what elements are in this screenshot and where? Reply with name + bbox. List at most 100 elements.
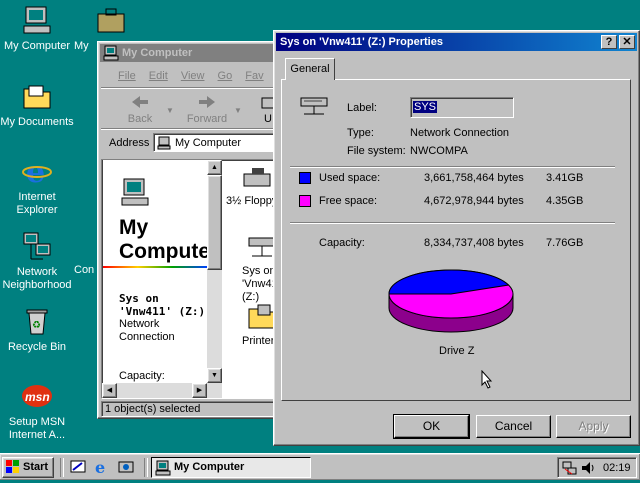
properties-titlebar[interactable]: Sys on 'Vnw411' (Z:) Properties ? ✕ <box>276 33 637 51</box>
properties-dialog: Sys on 'Vnw411' (Z:) Properties ? ✕ Gene… <box>273 30 640 446</box>
explorer-titlebar[interactable]: My Computer <box>100 44 284 62</box>
status-text: 1 object(s) selected <box>105 403 201 415</box>
used-space-bytes: 3,661,758,464 bytes <box>424 172 524 184</box>
menu-view[interactable]: View <box>181 70 205 82</box>
scroll-left-button[interactable]: ◀ <box>102 383 117 398</box>
help-button[interactable]: ? <box>601 35 617 49</box>
desktop-icon-label: My Documents <box>0 116 74 128</box>
vertical-scrollbar[interactable]: ▲ ▼ <box>207 160 222 398</box>
divider <box>290 222 615 224</box>
free-space-caption: Free space: <box>319 195 378 207</box>
desktop-icon-recycle-bin[interactable]: ♻ Recycle Bin <box>0 305 74 354</box>
explorer-menubar: File Edit View Go Fav <box>118 70 274 82</box>
desktop-icon-label: Internet Explorer <box>16 191 58 216</box>
menu-go[interactable]: Go <box>218 70 233 82</box>
desktop-icon-connection[interactable]: Con <box>74 264 98 277</box>
rainbow-divider <box>103 266 207 268</box>
divider <box>101 87 283 89</box>
recycle-bin-icon: ♻ <box>21 305 53 337</box>
ok-button[interactable]: OK <box>393 414 470 439</box>
forward-button[interactable]: Forward <box>182 94 232 125</box>
computer-icon <box>157 136 171 153</box>
capacity-caption: Capacity: <box>319 237 365 249</box>
web-view-panel: My Computer Sys on 'Vnw411' (Z:) Network… <box>103 160 207 398</box>
menu-file[interactable]: File <box>118 70 136 82</box>
filesystem-caption: File system: <box>347 145 406 157</box>
start-label: Start <box>23 461 49 473</box>
system-tray: 02:19 <box>557 457 637 478</box>
forward-dropdown-icon[interactable]: ▼ <box>234 106 242 115</box>
explorer-title: My Computer <box>122 47 193 59</box>
back-dropdown-icon[interactable]: ▼ <box>166 106 174 115</box>
tab-panel: Label: SYS Type: Network Connection File… <box>281 79 631 401</box>
menu-favorites[interactable]: Fav <box>245 70 263 82</box>
horizontal-scrollbar[interactable]: ◀ ▶ <box>102 383 222 398</box>
computer-icon <box>119 176 151 211</box>
capacity-gb: 7.76GB <box>546 237 584 249</box>
web-view-title: My Computer <box>119 216 207 263</box>
svg-text:msn: msn <box>25 390 50 404</box>
scroll-down-button[interactable]: ▼ <box>207 368 222 383</box>
folder-icon <box>21 80 53 112</box>
desktop-icon-my-computer[interactable]: My Computer <box>0 4 74 53</box>
filesystem-value: NWCOMPA <box>410 145 468 157</box>
address-label: Address <box>109 137 150 149</box>
quick-launch-channels-icon[interactable] <box>118 459 134 478</box>
explorer-content: My Computer Sys on 'Vnw411' (Z:) Network… <box>101 159 283 399</box>
desktop-icon-label: Setup MSN Internet A... <box>8 416 66 441</box>
mouse-cursor-icon <box>481 369 493 393</box>
scroll-right-button[interactable]: ▶ <box>192 383 207 398</box>
desktop-icon-network-neighborhood[interactable]: Network Neighborhood <box>0 230 74 292</box>
divider <box>144 458 148 477</box>
desktop-icon-label: Network Neighborhood <box>2 266 72 291</box>
divider <box>60 458 64 477</box>
back-label: Back <box>127 113 153 125</box>
desktop-icon-setup-msn[interactable]: msn Setup MSN Internet A... <box>0 380 74 442</box>
disk-usage-pie-chart <box>388 269 514 333</box>
web-view-drive-type: Network Connection <box>119 318 175 343</box>
forward-arrow-icon <box>182 94 232 113</box>
svg-text:♻: ♻ <box>32 320 41 331</box>
back-button[interactable]: Back <box>120 94 160 125</box>
volume-icon[interactable] <box>580 460 596 479</box>
desktop-icon-label: My Computer <box>3 40 71 52</box>
network-status-icon[interactable] <box>562 460 578 479</box>
network-icon <box>21 230 53 262</box>
address-bar[interactable]: My Computer <box>153 133 283 152</box>
quick-launch-desktop-icon[interactable] <box>70 459 86 478</box>
scroll-up-button[interactable]: ▲ <box>207 160 222 175</box>
free-space-swatch <box>299 195 311 207</box>
windows-logo-icon <box>6 460 21 481</box>
used-space-gb: 3.41GB <box>546 172 584 184</box>
free-space-bytes: 4,672,978,944 bytes <box>424 195 524 207</box>
tab-general[interactable]: General <box>285 58 335 80</box>
used-space-caption: Used space: <box>319 172 381 184</box>
quick-launch-ie-icon[interactable]: e <box>94 458 110 478</box>
svg-text:e: e <box>26 155 45 187</box>
taskbar-task-label: My Computer <box>174 461 245 473</box>
close-button[interactable]: ✕ <box>619 35 635 49</box>
explorer-window: My Computer File Edit View Go Fav Back ▼… <box>97 41 287 419</box>
back-arrow-icon <box>120 94 160 113</box>
type-value: Network Connection <box>410 127 510 139</box>
briefcase-icon <box>94 4 126 36</box>
capacity-bytes: 8,334,737,408 bytes <box>424 237 524 249</box>
internet-explorer-icon: e <box>21 155 53 190</box>
desktop-icon-my-documents[interactable]: My Documents <box>0 80 74 129</box>
apply-button[interactable]: Apply <box>556 415 631 438</box>
menu-edit[interactable]: Edit <box>149 70 168 82</box>
start-button[interactable]: Start <box>2 457 54 478</box>
taskbar: Start e My Computer 02:19 <box>0 453 640 480</box>
scroll-thumb[interactable] <box>207 175 222 270</box>
free-space-gb: 4.35GB <box>546 195 584 207</box>
web-view-drive-name: Sys on 'Vnw411' (Z:) <box>119 292 206 318</box>
desktop-icon-label: Con <box>74 264 95 276</box>
msn-icon: msn <box>21 380 53 412</box>
cancel-button[interactable]: Cancel <box>476 415 551 438</box>
clock[interactable]: 02:19 <box>603 462 631 474</box>
label-field[interactable]: SYS <box>410 97 514 118</box>
taskbar-task-my-computer[interactable]: My Computer <box>151 457 311 478</box>
desktop-icon-internet-explorer[interactable]: e Internet Explorer <box>0 155 74 217</box>
divider <box>290 166 615 168</box>
tab-general-label: General <box>290 63 330 75</box>
